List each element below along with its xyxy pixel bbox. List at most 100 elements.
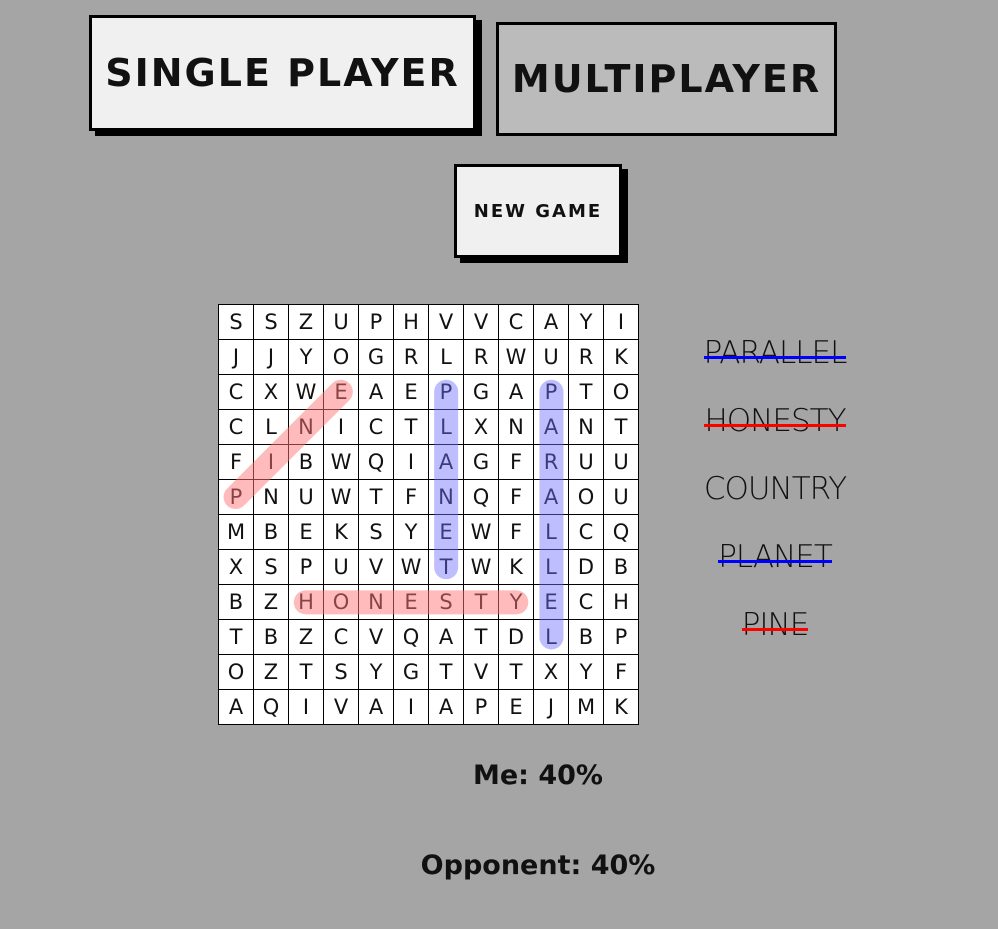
grid-cell[interactable]: I xyxy=(253,444,289,480)
grid-cell[interactable]: Q xyxy=(393,619,429,655)
grid-cell[interactable]: E xyxy=(393,374,429,410)
grid-cell[interactable]: Y xyxy=(568,654,604,690)
grid-cell[interactable]: F xyxy=(603,654,639,690)
grid-cell[interactable]: R xyxy=(393,339,429,375)
grid-cell[interactable]: A xyxy=(428,689,464,725)
grid-cell[interactable]: K xyxy=(603,339,639,375)
grid-cell[interactable]: A xyxy=(358,374,394,410)
grid-cell[interactable]: G xyxy=(393,654,429,690)
grid-cell[interactable]: P xyxy=(533,374,569,410)
grid-cell[interactable]: B xyxy=(288,444,324,480)
grid-cell[interactable]: H xyxy=(603,584,639,620)
grid-cell[interactable]: D xyxy=(498,619,534,655)
grid-cell[interactable]: T xyxy=(358,479,394,515)
grid-cell[interactable]: L xyxy=(428,339,464,375)
grid-cell[interactable]: U xyxy=(288,479,324,515)
grid-cell[interactable]: R xyxy=(533,444,569,480)
grid-cell[interactable]: W xyxy=(463,549,499,585)
grid-cell[interactable]: Y xyxy=(568,304,604,340)
grid-cell[interactable]: C xyxy=(218,409,254,445)
grid-cell[interactable]: H xyxy=(288,584,324,620)
grid-cell[interactable]: V xyxy=(463,654,499,690)
grid-cell[interactable]: F xyxy=(218,444,254,480)
grid-cell[interactable]: E xyxy=(498,689,534,725)
grid-cell[interactable]: W xyxy=(323,479,359,515)
grid-cell[interactable]: A xyxy=(358,689,394,725)
grid-cell[interactable]: X xyxy=(253,374,289,410)
grid-cell[interactable]: T xyxy=(498,654,534,690)
grid-cell[interactable]: A xyxy=(533,409,569,445)
grid-cell[interactable]: T xyxy=(428,654,464,690)
grid-cell[interactable]: C xyxy=(323,619,359,655)
grid-cell[interactable]: U xyxy=(603,479,639,515)
grid-cell[interactable]: U xyxy=(533,339,569,375)
grid-cell[interactable]: U xyxy=(603,444,639,480)
grid-cell[interactable]: N xyxy=(253,479,289,515)
grid-cell[interactable]: P xyxy=(288,549,324,585)
grid-cell[interactable]: C xyxy=(568,514,604,550)
grid-cell[interactable]: Q xyxy=(603,514,639,550)
grid-cell[interactable]: O xyxy=(323,339,359,375)
grid-cell[interactable]: M xyxy=(218,514,254,550)
grid-cell[interactable]: V xyxy=(358,619,394,655)
grid-cell[interactable]: G xyxy=(463,374,499,410)
grid-cell[interactable]: B xyxy=(218,584,254,620)
grid-cell[interactable]: T xyxy=(463,619,499,655)
grid-cell[interactable]: B xyxy=(603,549,639,585)
grid-cell[interactable]: C xyxy=(358,409,394,445)
grid-cell[interactable]: F xyxy=(498,444,534,480)
grid-cell[interactable]: Z xyxy=(253,584,289,620)
grid-cell[interactable]: L xyxy=(253,409,289,445)
grid-cell[interactable]: I xyxy=(393,444,429,480)
grid-cell[interactable]: G xyxy=(358,339,394,375)
grid-cell[interactable]: K xyxy=(323,514,359,550)
grid-cell[interactable]: U xyxy=(568,444,604,480)
grid-cell[interactable]: P xyxy=(428,374,464,410)
grid-cell[interactable]: Y xyxy=(498,584,534,620)
grid-cell[interactable]: J xyxy=(218,339,254,375)
grid-cell[interactable]: X xyxy=(463,409,499,445)
grid-cell[interactable]: N xyxy=(358,584,394,620)
grid-cell[interactable]: T xyxy=(463,584,499,620)
grid-cell[interactable]: A xyxy=(428,619,464,655)
grid-cell[interactable]: I xyxy=(393,689,429,725)
grid-cell[interactable]: A xyxy=(498,374,534,410)
grid-cell[interactable]: B xyxy=(253,514,289,550)
grid-cell[interactable]: S xyxy=(323,654,359,690)
grid-cell[interactable]: A xyxy=(533,479,569,515)
grid-cell[interactable]: W xyxy=(463,514,499,550)
letter-grid[interactable]: SSZUPHVVCAYIJJYOGRLRWURKCXWEAEPGAPTOCLNI… xyxy=(218,304,639,725)
grid-cell[interactable]: X xyxy=(218,549,254,585)
grid-cell[interactable]: W xyxy=(393,549,429,585)
grid-cell[interactable]: A xyxy=(533,304,569,340)
grid-cell[interactable]: W xyxy=(498,339,534,375)
grid-cell[interactable]: P xyxy=(218,479,254,515)
grid-cell[interactable]: N xyxy=(288,409,324,445)
grid-cell[interactable]: D xyxy=(568,549,604,585)
new-game-button[interactable]: NEW GAME xyxy=(454,164,622,258)
grid-cell[interactable]: G xyxy=(463,444,499,480)
grid-cell[interactable]: Z xyxy=(288,304,324,340)
grid-cell[interactable]: I xyxy=(603,304,639,340)
grid-cell[interactable]: I xyxy=(288,689,324,725)
grid-cell[interactable]: O xyxy=(603,374,639,410)
grid-cell[interactable]: U xyxy=(323,549,359,585)
grid-cell[interactable]: P xyxy=(358,304,394,340)
grid-cell[interactable]: F xyxy=(498,479,534,515)
grid-cell[interactable]: A xyxy=(218,689,254,725)
grid-cell[interactable]: I xyxy=(323,409,359,445)
grid-cell[interactable]: E xyxy=(428,514,464,550)
grid-cell[interactable]: K xyxy=(603,689,639,725)
grid-cell[interactable]: L xyxy=(533,549,569,585)
grid-cell[interactable]: S xyxy=(428,584,464,620)
grid-cell[interactable]: R xyxy=(463,339,499,375)
grid-cell[interactable]: Y xyxy=(393,514,429,550)
grid-cell[interactable]: T xyxy=(428,549,464,585)
grid-cell[interactable]: E xyxy=(323,374,359,410)
grid-cell[interactable]: W xyxy=(323,444,359,480)
grid-cell[interactable]: H xyxy=(393,304,429,340)
grid-cell[interactable]: O xyxy=(323,584,359,620)
grid-cell[interactable]: Y xyxy=(288,339,324,375)
grid-cell[interactable]: Q xyxy=(463,479,499,515)
grid-cell[interactable]: P xyxy=(463,689,499,725)
